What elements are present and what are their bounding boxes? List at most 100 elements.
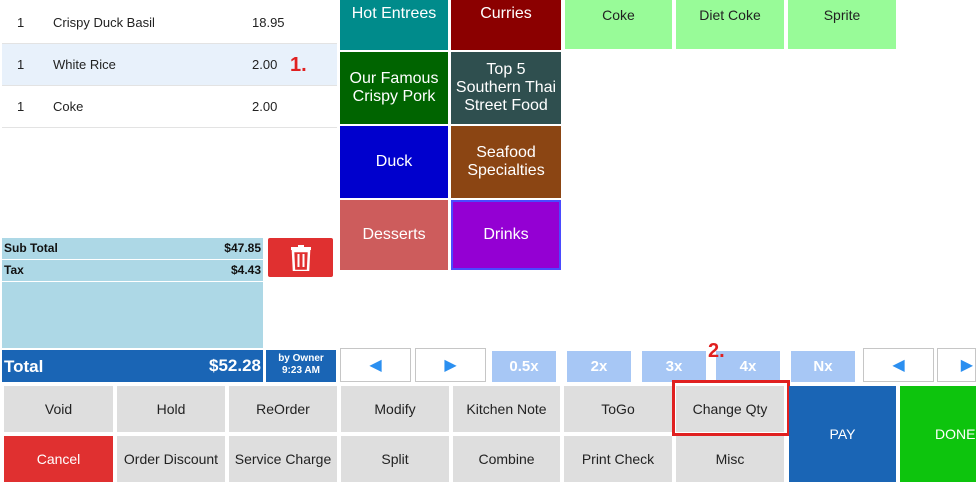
multiplier-3x-button[interactable]: 3x	[642, 351, 706, 382]
item-coke[interactable]: Coke	[565, 0, 672, 49]
reorder-label: ReOrder	[256, 401, 310, 417]
category-crispy-pork[interactable]: Our Famous Crispy Pork	[340, 52, 448, 124]
item-label: Diet Coke	[699, 7, 761, 23]
order-discount-label: Order Discount	[123, 451, 219, 467]
togo-button[interactable]: ToGo	[564, 386, 672, 432]
server-info: by Owner 9:23 AM	[266, 350, 336, 382]
next-item-page-button[interactable]: ▶	[937, 348, 976, 382]
multiplier-label: 3x	[665, 358, 683, 375]
hold-button[interactable]: Hold	[117, 386, 225, 432]
total-bar: Total $52.28	[2, 350, 263, 382]
print-check-button[interactable]: Print Check	[564, 436, 672, 482]
next-page-button[interactable]: ▶	[415, 348, 486, 382]
category-label: Curries	[480, 5, 532, 22]
order-discount-button[interactable]: Order Discount	[117, 436, 225, 482]
print-check-label: Print Check	[581, 451, 655, 467]
item-diet-coke[interactable]: Diet Coke	[676, 0, 784, 49]
order-item-name: Coke	[53, 99, 84, 114]
category-label: Hot Entrees	[351, 5, 437, 22]
total-value: $52.28	[209, 356, 261, 375]
void-label: Void	[44, 401, 73, 417]
order-item-name: White Rice	[53, 57, 116, 72]
order-row[interactable]: 1 Crispy Duck Basil 18.95	[2, 2, 337, 44]
item-sprite[interactable]: Sprite	[788, 0, 896, 49]
category-desserts[interactable]: Desserts	[340, 200, 448, 270]
category-label: Desserts	[362, 226, 426, 243]
subtotal-label: Sub Total	[4, 241, 58, 255]
pay-label: PAY	[829, 426, 856, 442]
triangle-left-icon: ◀	[369, 357, 382, 374]
done-label: DONE	[935, 426, 976, 442]
modify-label: Modify	[374, 401, 416, 417]
category-label: Our Famous Crispy Pork	[349, 70, 439, 105]
triangle-left-icon: ◀	[892, 357, 905, 374]
prev-page-button[interactable]: ◀	[340, 348, 411, 382]
misc-button[interactable]: Misc	[676, 436, 784, 482]
multiplier-label: 0.5x	[509, 358, 539, 375]
split-button[interactable]: Split	[341, 436, 449, 482]
cancel-label: Cancel	[36, 451, 81, 467]
done-button[interactable]: DONE	[900, 386, 976, 482]
order-row[interactable]: 1 Coke 2.00	[2, 86, 337, 128]
order-item-price: 18.95	[252, 15, 285, 30]
total-label: Total	[4, 357, 44, 376]
category-label: Duck	[375, 153, 413, 170]
cancel-button[interactable]: Cancel	[4, 436, 113, 482]
server-name: by Owner	[278, 353, 324, 364]
item-label: Coke	[602, 7, 635, 23]
misc-label: Misc	[715, 451, 745, 467]
order-qty: 1	[17, 15, 25, 30]
category-label: Seafood Specialties	[467, 144, 545, 179]
annotation-step-2: 2.	[708, 340, 725, 362]
category-label: Drinks	[483, 226, 529, 243]
category-drinks[interactable]: Drinks	[451, 200, 561, 270]
combine-label: Combine	[478, 451, 535, 467]
item-label: Sprite	[823, 7, 861, 23]
divider	[2, 281, 263, 282]
order-row-selected[interactable]: 1 White Rice 2.00	[2, 44, 337, 86]
category-label: Top 5 Southern Thai Street Food	[455, 61, 557, 114]
kitchen-note-label: Kitchen Note	[466, 401, 547, 417]
category-southern-thai[interactable]: Top 5 Southern Thai Street Food	[451, 52, 561, 124]
tax-row: Tax $4.43	[2, 260, 263, 281]
prev-item-page-button[interactable]: ◀	[863, 348, 934, 382]
change-qty-button[interactable]: Change Qty	[676, 386, 784, 432]
subtotal-value: $47.85	[224, 241, 261, 255]
multiplier-nx-button[interactable]: Nx	[791, 351, 855, 382]
order-qty: 1	[17, 57, 25, 72]
void-button[interactable]: Void	[4, 386, 113, 432]
reorder-button[interactable]: ReOrder	[229, 386, 337, 432]
change-qty-label: Change Qty	[692, 401, 768, 417]
category-seafood[interactable]: Seafood Specialties	[451, 126, 561, 198]
annotation-step-1: 1.	[290, 54, 307, 76]
tax-label: Tax	[4, 263, 24, 277]
split-label: Split	[381, 451, 409, 467]
subtotal-row: Sub Total $47.85	[2, 238, 263, 259]
multiplier-label: Nx	[813, 358, 833, 375]
tax-value: $4.43	[230, 263, 261, 277]
order-item-price: 2.00	[252, 99, 278, 114]
multiplier-half-button[interactable]: 0.5x	[492, 351, 556, 382]
kitchen-note-button[interactable]: Kitchen Note	[453, 386, 560, 432]
order-time: 9:23 AM	[282, 365, 320, 376]
modify-button[interactable]: Modify	[341, 386, 449, 432]
order-qty: 1	[17, 99, 25, 114]
combine-button[interactable]: Combine	[453, 436, 560, 482]
category-curries[interactable]: Curries	[451, 0, 561, 50]
order-item-name: Crispy Duck Basil	[53, 15, 155, 30]
pay-button[interactable]: PAY	[789, 386, 896, 482]
totals-panel: Sub Total $47.85 Tax $4.43	[2, 238, 263, 348]
multiplier-label: 2x	[590, 358, 608, 375]
togo-label: ToGo	[601, 401, 635, 417]
multiplier-label: 4x	[739, 358, 757, 375]
multiplier-4x-button[interactable]: 4x	[716, 351, 780, 382]
category-hot-entrees[interactable]: Hot Entrees	[340, 0, 448, 50]
service-charge-label: Service Charge	[234, 451, 332, 467]
order-item-price: 2.00	[252, 57, 278, 72]
triangle-right-icon: ▶	[960, 357, 973, 374]
category-duck[interactable]: Duck	[340, 126, 448, 198]
hold-label: Hold	[156, 401, 186, 417]
multiplier-2x-button[interactable]: 2x	[567, 351, 631, 382]
delete-item-button[interactable]	[268, 238, 333, 277]
service-charge-button[interactable]: Service Charge	[229, 436, 337, 482]
